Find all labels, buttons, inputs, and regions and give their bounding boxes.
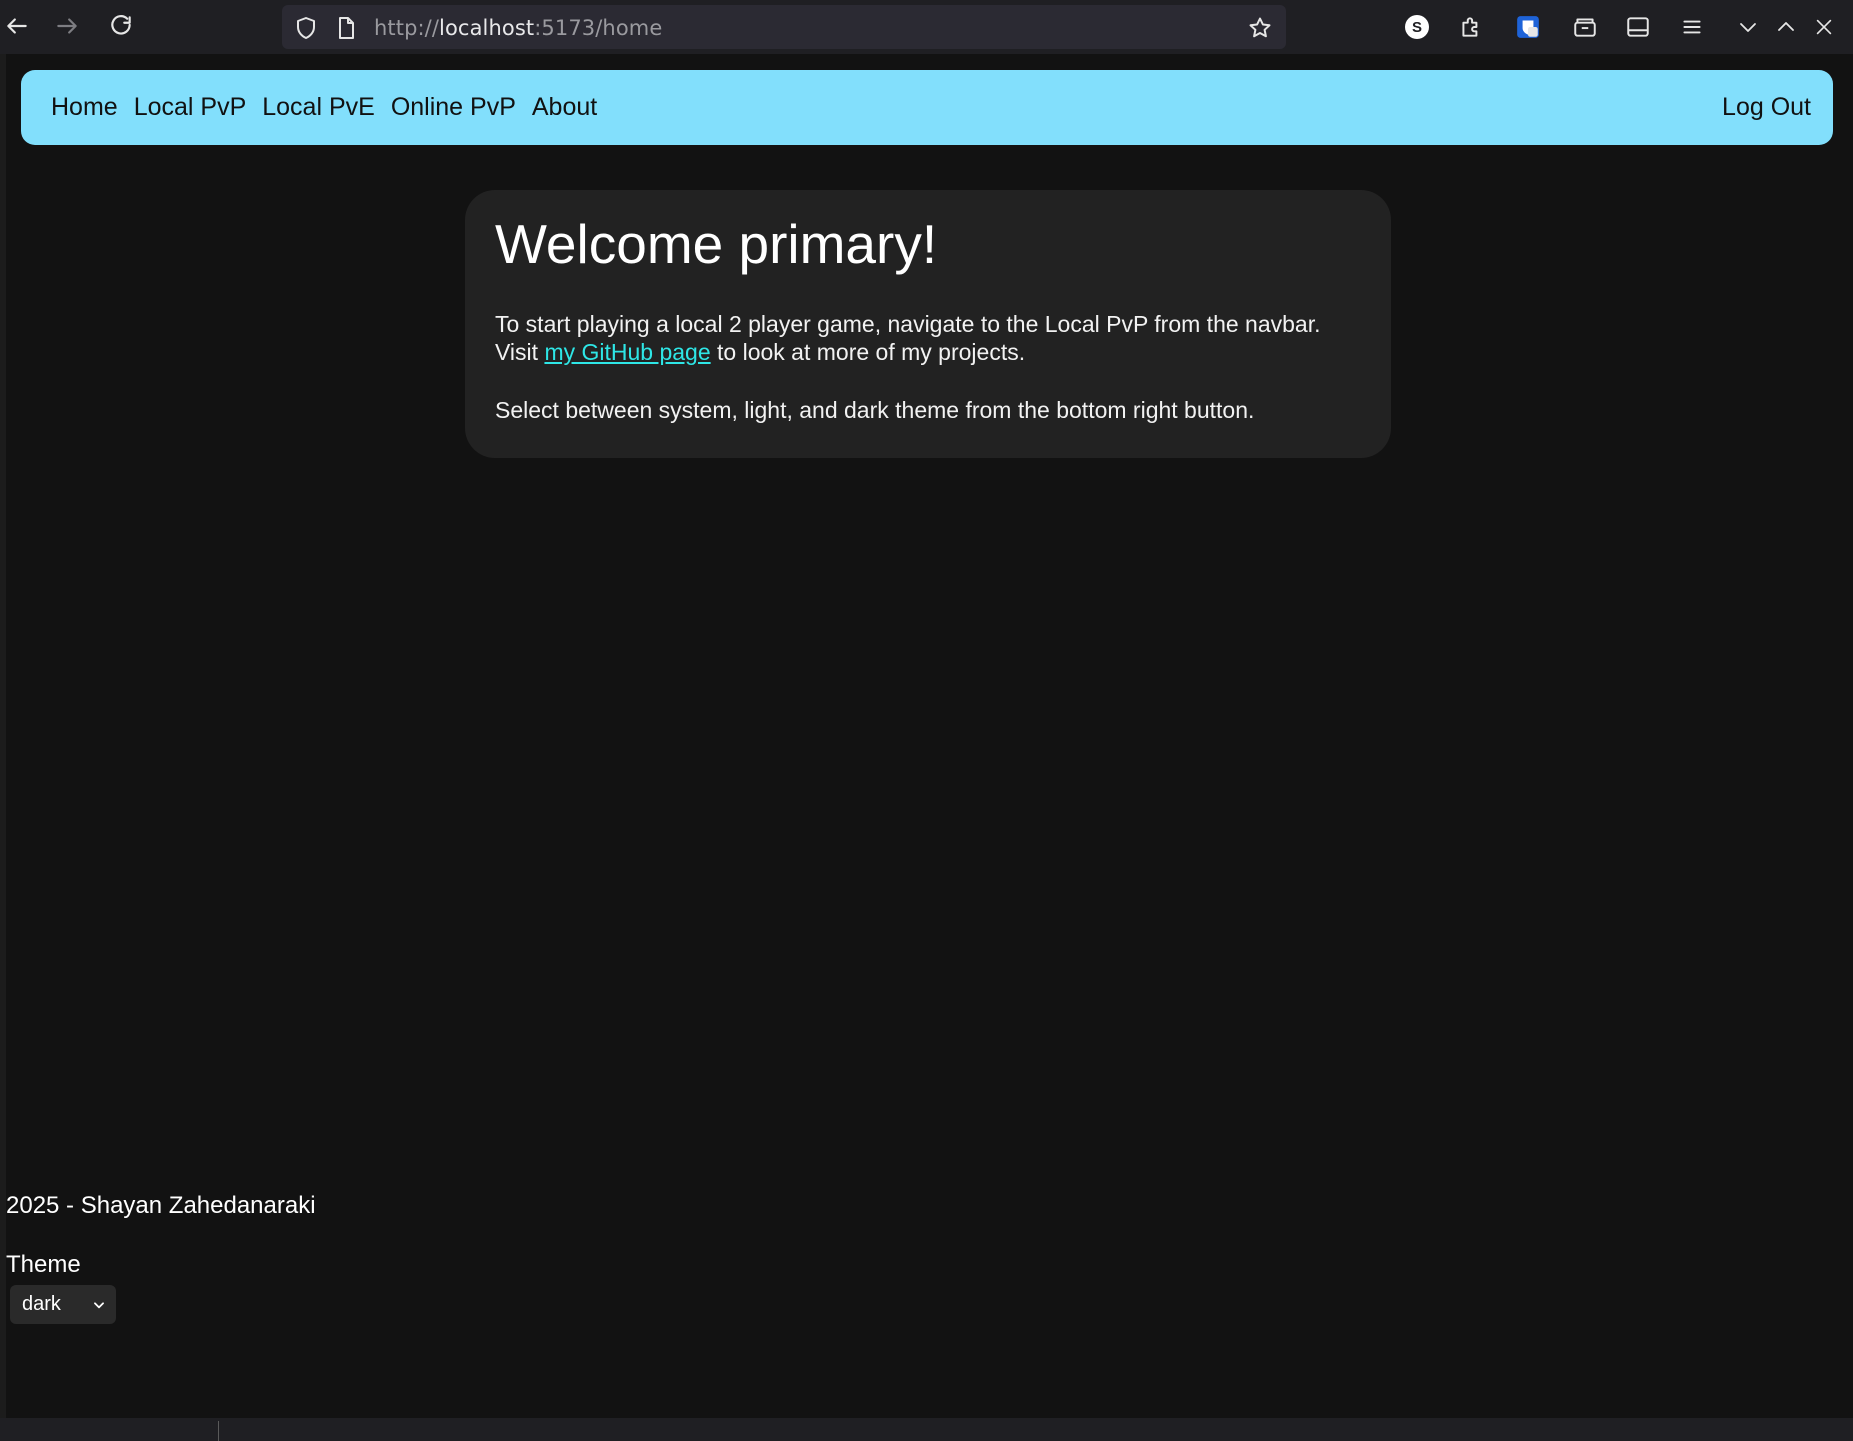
welcome-line-1: To start playing a local 2 player game, … (495, 310, 1321, 337)
window-maximize-button[interactable] (1770, 11, 1802, 43)
bitwarden-extension-icon (1517, 16, 1539, 38)
navbar-links: Home Local PvP Local PvE Online PvP Abou… (51, 93, 597, 122)
star-bookmark-icon[interactable] (1248, 16, 1272, 40)
theme-label: Theme (6, 1251, 81, 1278)
nav-link-local-pvp[interactable]: Local PvP (134, 93, 247, 122)
nav-link-local-pve[interactable]: Local PvE (262, 93, 375, 122)
extensions-button[interactable] (1455, 11, 1487, 43)
tab-list-button[interactable] (1732, 11, 1764, 43)
forward-arrow-icon (57, 18, 77, 34)
theme-select[interactable]: dark (10, 1285, 116, 1324)
page-icon[interactable] (334, 16, 358, 40)
hamburger-menu-icon (1683, 20, 1701, 34)
visit-prefix: Visit (495, 338, 545, 365)
url-host: localhost (439, 16, 535, 40)
visit-suffix: to look at more of my projects. (710, 338, 1026, 365)
box-container-icon (1574, 18, 1596, 37)
window-close-button[interactable] (1808, 11, 1840, 43)
browser-toolbar: http://localhost:5173/home S (0, 0, 1853, 54)
app-navbar: Home Local PvP Local PvE Online PvP Abou… (21, 70, 1833, 145)
profile-account-button[interactable]: S (1401, 11, 1433, 43)
reload-icon (111, 15, 131, 35)
nav-link-about[interactable]: About (532, 93, 597, 122)
logout-button[interactable]: Log Out (1722, 93, 1811, 122)
nav-link-home[interactable]: Home (51, 93, 118, 122)
back-button[interactable] (0, 9, 34, 43)
footer-credit: 2025 - Shayan Zahedanaraki (6, 1192, 316, 1219)
reload-button[interactable] (104, 9, 138, 43)
shield-icon[interactable] (294, 16, 318, 40)
welcome-instructions: To start playing a local 2 player game, … (495, 310, 1361, 366)
forward-button[interactable] (50, 9, 84, 43)
welcome-title: Welcome primary! (495, 213, 938, 275)
chevron-up-icon (1778, 22, 1794, 31)
bottom-status-strip (0, 1418, 1853, 1441)
welcome-card: Welcome primary! To start playing a loca… (465, 190, 1391, 458)
url-path: :5173/home (534, 16, 663, 40)
chevron-down-icon (94, 1301, 104, 1308)
url-scheme: http:// (374, 16, 440, 40)
page-viewport: Home Local PvP Local PvE Online PvP Abou… (6, 54, 1853, 1418)
profile-avatar: S (1405, 15, 1429, 39)
sidebar-toggle-button[interactable] (1622, 11, 1654, 43)
url-text[interactable]: http://localhost:5173/home (374, 16, 662, 40)
nav-link-online-pvp[interactable]: Online PvP (391, 93, 516, 122)
close-icon (1816, 19, 1832, 35)
container-tabs-button[interactable] (1569, 11, 1601, 43)
password-manager-extension-button[interactable] (1512, 11, 1544, 43)
puzzle-extension-icon (1462, 17, 1478, 37)
theme-hint: Select between system, light, and dark t… (495, 396, 1255, 423)
chevron-down-icon (1740, 23, 1756, 32)
sidebar-icon (1627, 17, 1649, 37)
url-bar[interactable]: http://localhost:5173/home (282, 5, 1286, 49)
theme-selected-value: dark (22, 1293, 61, 1315)
app-menu-button[interactable] (1676, 11, 1708, 43)
back-arrow-icon (7, 18, 27, 34)
status-divider (218, 1421, 219, 1441)
github-page-link[interactable]: my GitHub page (544, 339, 710, 365)
